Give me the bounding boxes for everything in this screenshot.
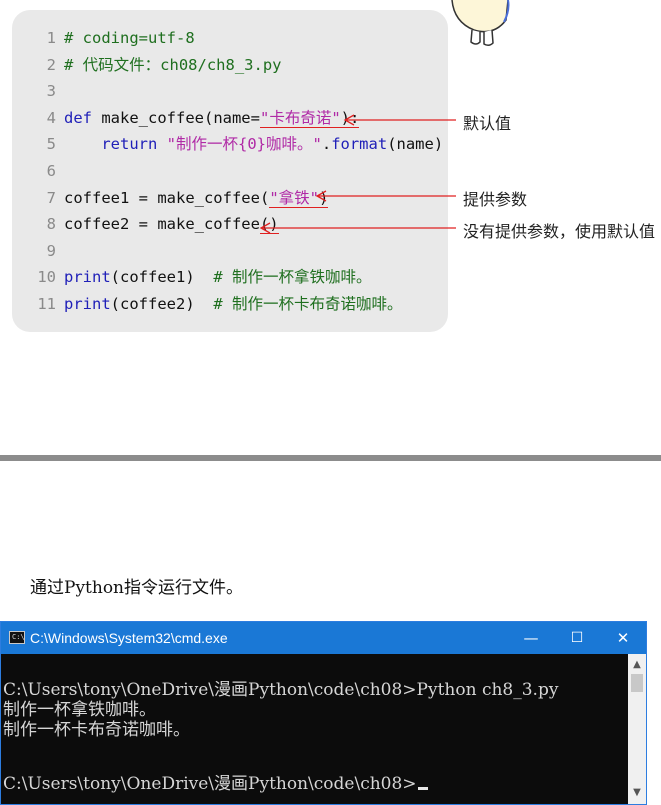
cartoon-character-illustration <box>451 0 510 47</box>
close-button[interactable]: ✕ <box>600 622 646 654</box>
code-token: () <box>259 215 279 235</box>
code-line: 9 <box>12 238 64 264</box>
code-line: 4 def make_coffee(name="卡布奇诺"): <box>12 105 360 131</box>
code-token: ) <box>318 188 329 208</box>
code-token: ): <box>340 108 360 128</box>
line-number: 5 <box>46 135 56 154</box>
code-token: # 代码文件：ch08/ch8_3.py <box>64 55 282 74</box>
annotation-default-value: 默认值 <box>463 114 512 133</box>
vertical-scrollbar[interactable]: ▲ ▼ <box>628 654 646 804</box>
line-number: 1 <box>46 29 56 47</box>
code-token: # 制作一杯卡布奇诺咖啡。 <box>213 295 403 313</box>
code-line: 2 # 代码文件：ch08/ch8_3.py <box>12 52 282 78</box>
annotation-no-param-default: 没有提供参数，使用默认值 <box>463 222 656 241</box>
code-token: . <box>321 135 332 154</box>
code-token: (name) <box>387 135 444 154</box>
code-line: 11 print(coffee2) # 制作一杯卡布奇诺咖啡。 <box>12 291 403 317</box>
code-line: 3 <box>12 78 64 104</box>
code-line: 10 print(coffee1) # 制作一杯拿铁咖啡。 <box>12 264 372 290</box>
line-number: 11 <box>37 295 56 313</box>
console-command-line: C:\Users\tony\OneDrive\漫画Python\code\ch0… <box>3 680 559 700</box>
cmd-window[interactable]: C:\ C:\Windows\System32\cmd.exe — ☐ ✕ C:… <box>0 621 647 805</box>
code-token: (coffee1) <box>110 268 214 287</box>
code-token: coffee2 = make_coffee <box>64 215 260 234</box>
code-token: # coding=utf-8 <box>64 29 195 47</box>
line-number: 9 <box>46 241 56 260</box>
minimize-button[interactable]: — <box>508 622 554 654</box>
text-cursor <box>417 787 428 790</box>
console-output[interactable]: C:\Users\tony\OneDrive\漫画Python\code\ch0… <box>3 678 623 802</box>
code-line: 8 coffee2 = make_coffee() <box>12 211 279 237</box>
console-prompt: C:\Users\tony\OneDrive\漫画Python\code\ch0… <box>3 774 417 794</box>
code-token: coffee1 = make_coffee( <box>64 188 270 207</box>
annotation-provide-param: 提供参数 <box>463 190 528 209</box>
code-token: make_coffee(name= <box>92 108 260 127</box>
code-line: 7 coffee1 = make_coffee("拿铁") <box>12 185 329 211</box>
code-line: 1 # coding=utf-8 <box>12 25 195 51</box>
code-token: (coffee2) <box>110 295 214 313</box>
line-number: 8 <box>46 215 56 234</box>
code-panel: 1 # coding=utf-8 2 # 代码文件：ch08/ch8_3.py 3 4 de… <box>12 10 448 332</box>
console-output-line-1: 制作一杯拿铁咖啡。 <box>3 700 156 720</box>
page-divider <box>0 455 661 461</box>
scroll-thumb[interactable] <box>631 674 643 692</box>
caption-text: 通过Python指令运行文件。 <box>30 578 244 598</box>
code-line: 5 return "制作一杯{0}咖啡。".format(name) <box>12 131 444 157</box>
console-output-line-2: 制作一杯卡布奇诺咖啡。 <box>3 720 190 740</box>
line-number: 3 <box>46 82 56 101</box>
code-token: "卡布奇诺" <box>259 108 341 128</box>
titlebar[interactable]: C:\ C:\Windows\System32\cmd.exe — ☐ ✕ <box>1 622 646 654</box>
console-prompt-line[interactable]: C:\Users\tony\OneDrive\漫画Python\code\ch0… <box>3 774 428 794</box>
window-title: C:\Windows\System32\cmd.exe <box>30 630 228 646</box>
code-token: "拿铁" <box>269 188 319 208</box>
code-token: def <box>64 108 92 127</box>
line-number: 10 <box>37 268 56 287</box>
line-number: 4 <box>46 108 56 127</box>
code-token: "制作一杯{0}咖啡。" <box>166 135 322 154</box>
line-number: 2 <box>46 55 56 74</box>
line-number: 6 <box>46 162 56 180</box>
code-token: return <box>101 135 158 154</box>
code-line: 6 <box>12 158 64 184</box>
code-token: # 制作一杯拿铁咖啡。 <box>213 268 372 287</box>
line-number: 7 <box>46 188 56 207</box>
maximize-button[interactable]: ☐ <box>554 622 600 654</box>
scroll-up-icon[interactable]: ▲ <box>628 656 646 674</box>
code-token: format <box>331 135 388 154</box>
code-token: print <box>64 295 111 313</box>
scroll-down-icon[interactable]: ▼ <box>628 784 646 802</box>
code-token: print <box>64 268 111 287</box>
cmd-app-icon: C:\ <box>9 631 25 644</box>
